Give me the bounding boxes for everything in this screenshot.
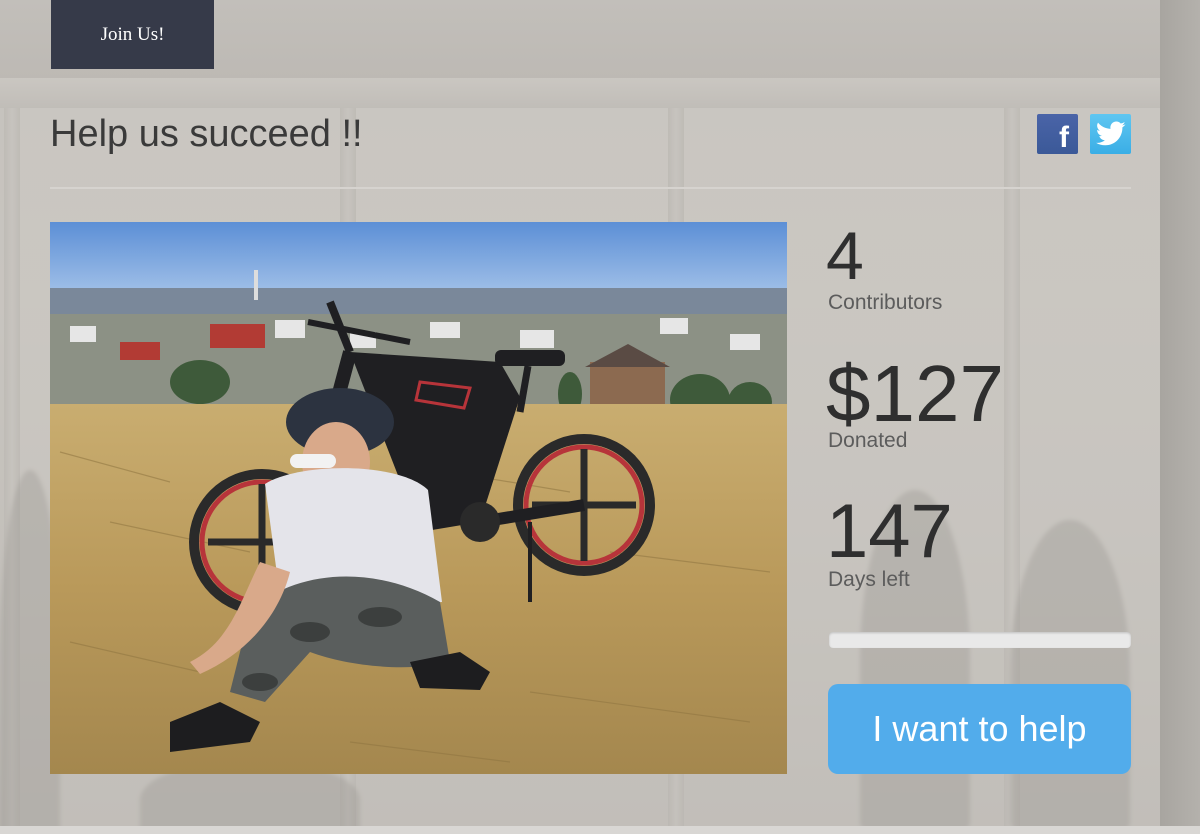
i-want-to-help-button[interactable]: I want to help: [828, 684, 1131, 774]
campaign-hero-image: [50, 222, 787, 774]
donated-label: Donated: [828, 429, 908, 452]
contributors-count: 4: [826, 218, 864, 294]
facebook-share-button[interactable]: f: [1037, 114, 1078, 154]
twitter-icon: [1095, 121, 1125, 146]
days-left-count: 147: [826, 489, 953, 574]
facebook-icon: f: [1059, 121, 1069, 154]
twitter-share-button[interactable]: [1090, 114, 1131, 154]
page-title: Help us succeed !!: [50, 113, 363, 155]
title-divider: [50, 187, 1131, 189]
days-left-label: Days left: [828, 568, 910, 591]
contributors-label: Contributors: [828, 291, 943, 314]
footer-strip: [0, 826, 1200, 834]
join-us-button[interactable]: Join Us!: [51, 0, 214, 69]
funding-progress-bar: [829, 632, 1131, 648]
donated-amount: $127: [826, 349, 1004, 438]
